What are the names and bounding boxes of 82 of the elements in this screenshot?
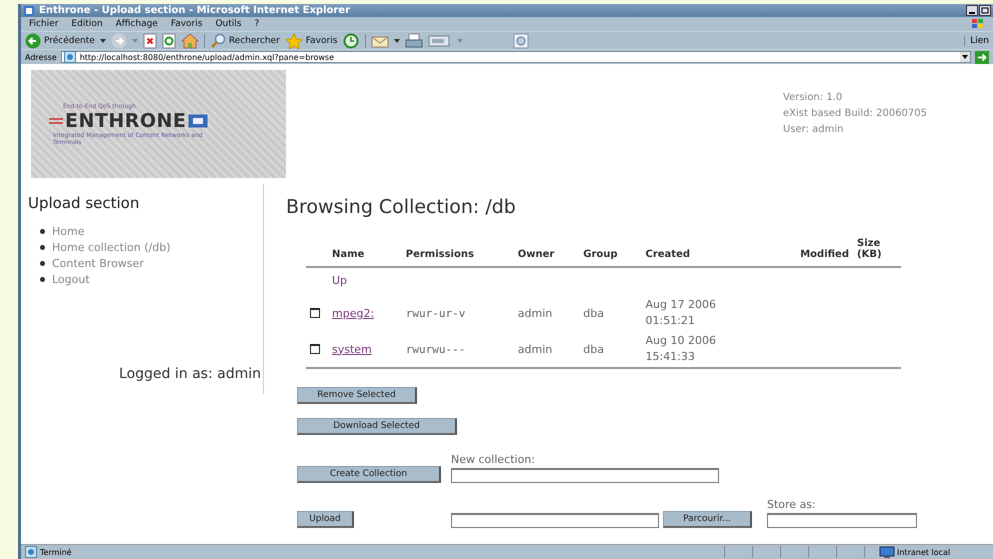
field-label: Store as: xyxy=(767,497,817,513)
double-line-icon xyxy=(49,118,63,124)
nav-link[interactable]: Content Browser xyxy=(52,256,144,271)
browser-icon xyxy=(23,4,35,16)
stop-icon[interactable] xyxy=(142,32,157,48)
edit-icon[interactable] xyxy=(428,34,452,48)
minimize-icon[interactable] xyxy=(966,5,978,16)
status-text: Terminé xyxy=(40,548,72,556)
section-title: Upload section xyxy=(28,194,140,212)
dropdown-arrow-icon[interactable] xyxy=(394,38,400,42)
login-status: Logged in as: admin xyxy=(118,366,262,382)
address-field[interactable]: http://localhost:8080/enthrone/upload/admin.xql?pane=browse xyxy=(60,51,971,63)
links-label[interactable]: Lien xyxy=(964,36,989,46)
page-done-icon xyxy=(25,546,37,558)
screen-icon xyxy=(188,114,208,128)
column-header: Group xyxy=(579,236,642,267)
bullet-icon xyxy=(40,245,45,250)
remove-selected-button[interactable]: Remove Selected xyxy=(297,387,417,404)
nav-link[interactable]: Home collection (/db) xyxy=(52,240,171,255)
go-arrow-icon[interactable] xyxy=(975,50,989,64)
version-info: eXist based Build: 20060705 xyxy=(783,107,928,121)
version-info: Version: 1.0 xyxy=(783,91,844,105)
file-path-field[interactable] xyxy=(451,513,659,528)
back-button[interactable]: Précédente xyxy=(25,32,95,48)
logo-title: ENTHRONE xyxy=(65,110,186,132)
table-cell-text: Aug 17 2006 01:51:21 xyxy=(645,297,717,329)
messenger-icon[interactable] xyxy=(513,32,530,48)
dropdown-arrow-icon[interactable] xyxy=(100,38,106,42)
menu-item[interactable]: Favoris xyxy=(170,19,202,29)
table-cell: dba xyxy=(583,342,604,356)
history-icon[interactable] xyxy=(342,32,360,48)
menu-item[interactable]: Edition xyxy=(71,19,103,29)
checkbox[interactable] xyxy=(310,344,320,354)
collection-link[interactable]: mpeg2: xyxy=(332,306,374,320)
column-header: Permissions xyxy=(402,236,514,267)
bullet-icon xyxy=(40,229,45,234)
menu-item[interactable]: Outils xyxy=(215,19,242,29)
table-cell-text: Aug 10 2006 15:41:33 xyxy=(645,333,717,365)
search-icon xyxy=(210,32,226,48)
bullet-icon xyxy=(40,261,45,266)
column-header: Size (KB) xyxy=(853,236,901,267)
window-title: Enthrone - Upload section - Microsoft Internet Explorer xyxy=(39,5,352,16)
table-cell: admin xyxy=(518,342,552,356)
column-header: Modified xyxy=(769,236,853,267)
collection-name-field[interactable] xyxy=(451,468,719,483)
table-cell: rwur-ur-v xyxy=(406,306,466,320)
address-label: Adresse xyxy=(25,52,57,62)
table-cell: rwurwu--- xyxy=(406,342,466,356)
create-collection-button[interactable]: Create Collection xyxy=(297,466,441,483)
page-heading: Browsing Collection: /db xyxy=(286,196,517,218)
table-cell: dba xyxy=(583,306,604,320)
home-icon[interactable] xyxy=(180,32,199,48)
browse-button[interactable]: Parcourir... xyxy=(663,511,752,528)
maximize-icon[interactable] xyxy=(979,5,991,16)
printer-icon[interactable] xyxy=(405,32,424,48)
column-header: Owner xyxy=(514,236,580,267)
menu-item[interactable]: Fichier xyxy=(29,19,58,29)
up-link[interactable]: Up xyxy=(332,274,348,287)
nav-link[interactable]: Home xyxy=(52,224,84,239)
nav-link[interactable]: Logout xyxy=(52,272,90,287)
menu-item[interactable]: Affichage xyxy=(116,19,158,29)
column-header: Name xyxy=(328,236,402,267)
windows-flag-icon xyxy=(971,18,985,30)
version-info: User: admin xyxy=(783,123,844,137)
table-cell: admin xyxy=(518,306,552,320)
bullet-icon xyxy=(40,277,45,282)
menu-item[interactable]: ? xyxy=(254,19,260,29)
search-button[interactable]: Rechercher xyxy=(210,32,280,48)
page-icon xyxy=(64,51,76,63)
security-zone: Intranet local xyxy=(897,548,950,556)
column-header: Created xyxy=(641,236,770,267)
network-icon xyxy=(879,546,895,558)
refresh-icon[interactable] xyxy=(162,32,176,48)
checkbox[interactable] xyxy=(310,308,320,318)
download-selected-button[interactable]: Download Selected xyxy=(297,418,457,435)
dropdown-arrow-icon[interactable] xyxy=(960,52,970,62)
store-as-field[interactable] xyxy=(767,513,917,528)
field-label: New collection: xyxy=(451,452,536,468)
favorites-button[interactable]: Favoris xyxy=(284,32,338,48)
collection-link[interactable]: system xyxy=(332,342,372,356)
star-icon xyxy=(284,32,303,48)
upload-button[interactable]: Upload xyxy=(297,511,354,528)
